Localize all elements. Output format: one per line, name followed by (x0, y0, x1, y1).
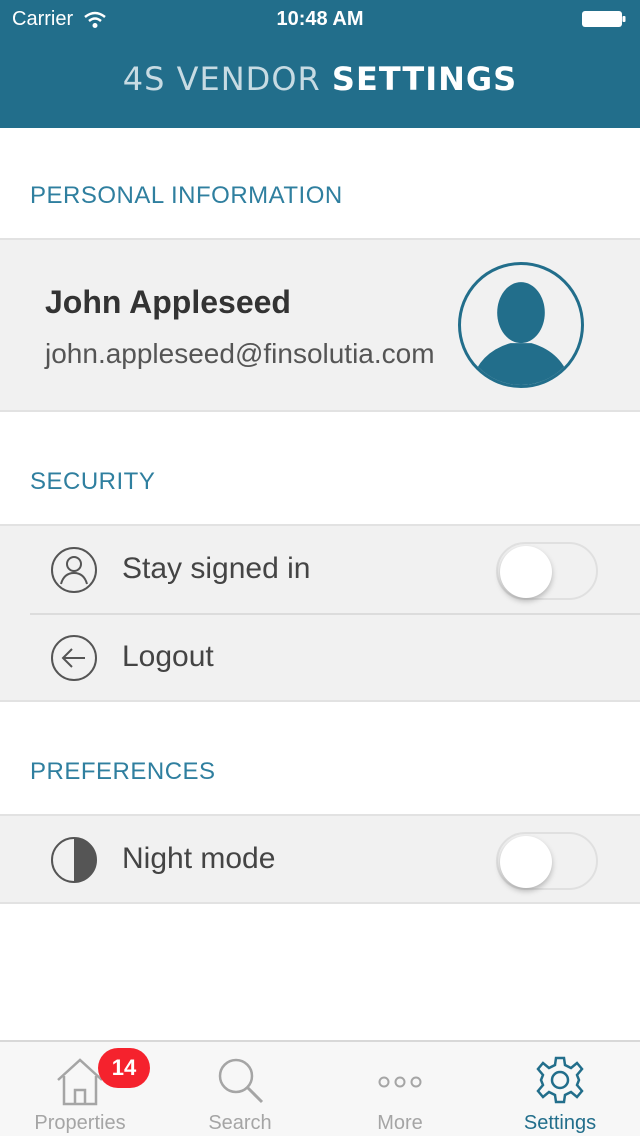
gear-icon (536, 1056, 584, 1104)
profile-email: john.appleseed@finsolutia.com (45, 338, 435, 369)
tab-more[interactable]: More (320, 1042, 480, 1136)
user-circle-icon (51, 547, 97, 593)
logout-label: Logout (122, 640, 214, 673)
tab-label-properties: Properties (34, 1112, 126, 1134)
stay-signed-in-toggle[interactable] (496, 542, 598, 600)
toggle-knob (500, 546, 552, 598)
half-circle-icon (51, 837, 97, 883)
stay-signed-in-label: Stay signed in (122, 552, 311, 585)
profile-card[interactable]: John Appleseed john.appleseed@finsolutia… (0, 238, 640, 412)
tab-search[interactable]: Search (160, 1042, 320, 1136)
page-title-brand: 4S VENDOR (122, 60, 321, 98)
section-title-security: SECURITY (30, 468, 156, 495)
magnifier-icon (218, 1058, 264, 1104)
notification-badge: 14 (98, 1048, 150, 1088)
section-title-personal: PERSONAL INFORMATION (30, 182, 343, 209)
security-group: Stay signed in Logout (0, 524, 640, 702)
preferences-group: Night mode (0, 814, 640, 904)
nav-header: Carrier 10:48 AM 4S VENDOR SETTINGS (0, 0, 640, 128)
status-time: 10:48 AM (276, 8, 364, 30)
page-title: 4S VENDOR SETTINGS (0, 60, 640, 98)
section-title-preferences: PREFERENCES (30, 758, 216, 785)
profile-name: John Appleseed (45, 284, 291, 320)
tab-label-search: Search (208, 1112, 272, 1134)
tab-label-more: More (377, 1112, 423, 1134)
arrow-left-circle-icon (51, 635, 97, 681)
tab-label-settings: Settings (523, 1112, 597, 1134)
night-mode-label: Night mode (122, 842, 276, 875)
person-silhouette-icon (470, 282, 572, 385)
stay-signed-in-row[interactable]: Stay signed in (0, 526, 640, 614)
page-title-section: SETTINGS (331, 60, 518, 98)
battery-icon (582, 11, 626, 27)
status-bar: Carrier 10:48 AM (0, 0, 640, 40)
tab-settings[interactable]: Settings (480, 1042, 640, 1136)
tab-bar: 14 Properties Search More Settings (0, 1040, 640, 1136)
avatar[interactable] (458, 262, 584, 388)
dots-icon (378, 1076, 422, 1088)
logout-row[interactable]: Logout (0, 614, 640, 702)
night-mode-row[interactable]: Night mode (0, 816, 640, 904)
toggle-knob (500, 836, 552, 888)
tab-properties[interactable]: 14 Properties (0, 1042, 160, 1136)
night-mode-toggle[interactable] (496, 832, 598, 890)
